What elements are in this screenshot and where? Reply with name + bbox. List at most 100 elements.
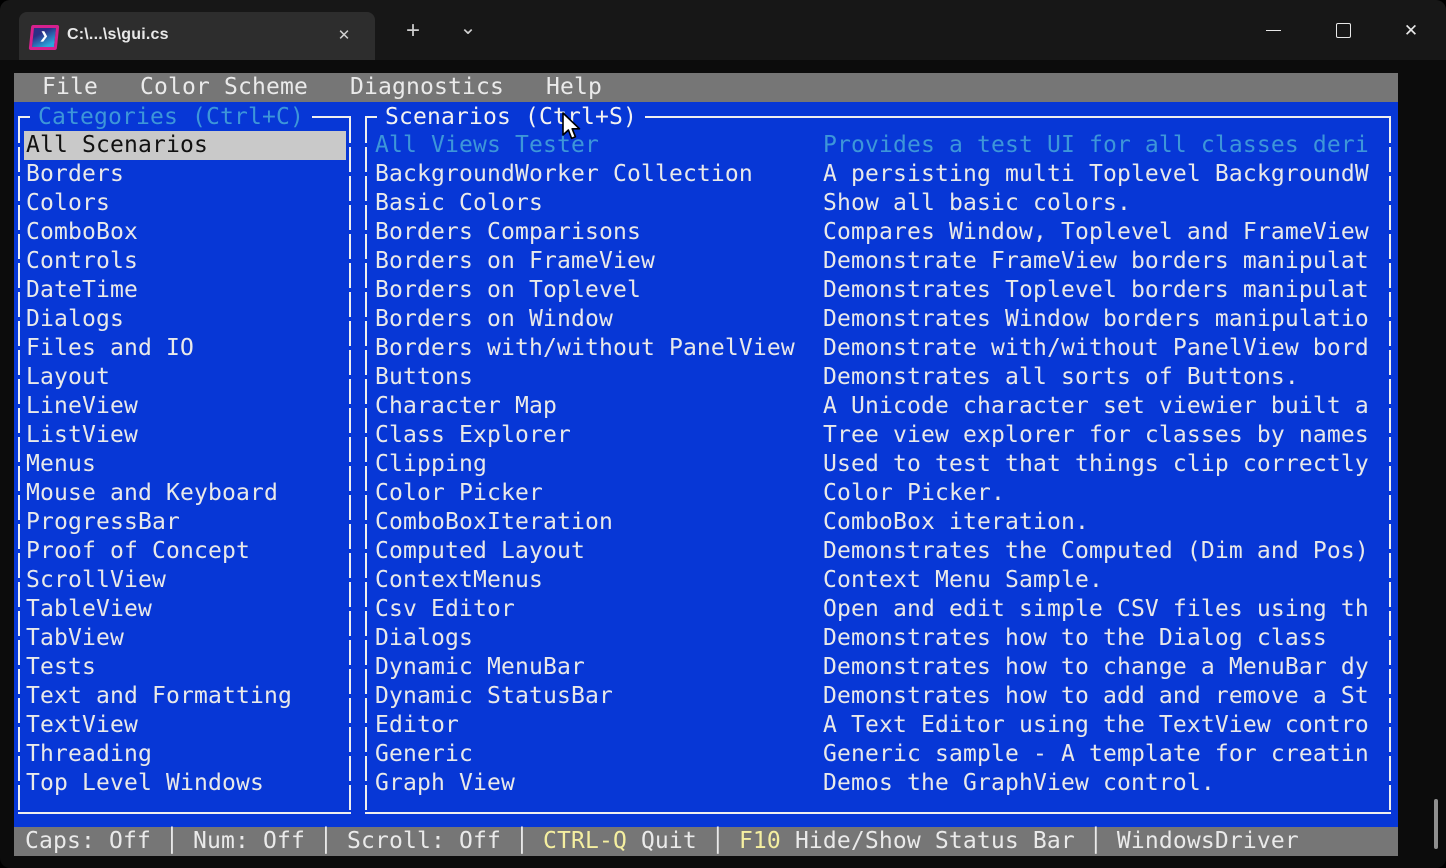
scenario-name: Class Explorer bbox=[375, 421, 571, 450]
scenario-name: Clipping bbox=[375, 450, 487, 479]
category-item[interactable]: Files and IO bbox=[24, 334, 346, 363]
scenario-row[interactable]: Character MapA Unicode character set vie… bbox=[375, 392, 1390, 421]
category-item[interactable]: Proof of Concept bbox=[24, 537, 346, 566]
status-separator: │ bbox=[151, 828, 193, 854]
mouse-cursor-icon bbox=[560, 112, 582, 142]
scenario-row[interactable]: Computed LayoutDemonstrates the Computed… bbox=[375, 537, 1390, 566]
category-item[interactable]: Layout bbox=[24, 363, 346, 392]
scenario-name: Computed Layout bbox=[375, 537, 585, 566]
maximize-icon bbox=[1336, 23, 1351, 38]
scenario-row[interactable]: Editor A Text Editor using the TextView c… bbox=[375, 711, 1390, 740]
menu-bar-items: File Color Scheme Diagnostics Help bbox=[14, 74, 602, 100]
scenario-name: Borders on FrameView bbox=[375, 247, 655, 276]
category-item[interactable]: LineView bbox=[24, 392, 346, 421]
category-item[interactable]: ScrollView bbox=[24, 566, 346, 595]
scenario-name: Borders with/without PanelView bbox=[375, 334, 795, 363]
scenario-row[interactable]: All Views TesterProvides a test UI for a… bbox=[375, 131, 1390, 160]
scenario-row[interactable]: Class ExplorerTree view explorer for cla… bbox=[375, 421, 1390, 450]
scenario-description: A Unicode character set viewier built a bbox=[823, 392, 1369, 421]
category-item[interactable]: DateTime bbox=[24, 276, 346, 305]
menu-item-file[interactable]: File bbox=[42, 73, 98, 102]
status-item[interactable]: Num: Off bbox=[193, 828, 305, 854]
scenario-description: Demonstrate with/without PanelView bord bbox=[823, 334, 1369, 363]
category-item[interactable]: Text and Formatting bbox=[24, 682, 346, 711]
close-button[interactable]: ✕ bbox=[1388, 8, 1434, 54]
minimize-icon bbox=[1266, 30, 1281, 31]
scenario-name: Dialogs bbox=[375, 624, 473, 653]
status-item[interactable]: Quit bbox=[641, 828, 697, 854]
scenario-description: A persisting multi Toplevel BackgroundW bbox=[823, 160, 1369, 189]
categories-frame-title: Categories (Ctrl+C) bbox=[30, 103, 312, 132]
scenario-row[interactable]: Borders Comparisons Compares Window, Topl… bbox=[375, 218, 1390, 247]
scenario-row[interactable]: Borders on ToplevelDemonstrates Toplevel… bbox=[375, 276, 1390, 305]
scenario-row[interactable]: GenericGeneric sample - A template for c… bbox=[375, 740, 1390, 769]
scenario-row[interactable]: Buttons Demonstrates all sorts of Buttons… bbox=[375, 363, 1390, 392]
category-item[interactable]: TextView bbox=[24, 711, 346, 740]
scenario-row[interactable]: ClippingUsed to test that things clip co… bbox=[375, 450, 1390, 479]
category-item[interactable]: Tests bbox=[24, 653, 346, 682]
categories-list: All ScenariosBordersColorsComboBoxContro… bbox=[24, 131, 346, 798]
frame-border-bottom bbox=[18, 812, 351, 814]
scenario-description: Demos the GraphView control. bbox=[823, 769, 1215, 798]
scenario-description: Open and edit simple CSV files using th bbox=[823, 595, 1369, 624]
scenario-row[interactable]: Color PickerColor Picker. bbox=[375, 479, 1390, 508]
menu-item-help[interactable]: Help bbox=[546, 73, 602, 102]
category-item[interactable]: TableView bbox=[24, 595, 346, 624]
status-item[interactable]: Hide/Show Status Bar bbox=[795, 828, 1075, 854]
scenario-name: Editor bbox=[375, 711, 459, 740]
minimize-button[interactable] bbox=[1250, 8, 1296, 54]
new-tab-button[interactable]: + bbox=[395, 14, 431, 50]
tab-close-icon[interactable]: ✕ bbox=[331, 23, 357, 49]
scenario-row[interactable]: Dialogs Demonstrates how to the Dialog cl… bbox=[375, 624, 1390, 653]
scenario-row[interactable]: Borders on FrameView Demonstrate FrameVie… bbox=[375, 247, 1390, 276]
scenario-row[interactable]: Basic ColorsShow all basic colors. bbox=[375, 189, 1390, 218]
category-item[interactable]: Borders bbox=[24, 160, 346, 189]
scenario-description: Demonstrates how to the Dialog class bbox=[823, 624, 1327, 653]
status-item[interactable]: WindowsDriver bbox=[1117, 828, 1299, 854]
scenario-description: Demonstrates all sorts of Buttons. bbox=[823, 363, 1299, 392]
scenario-row[interactable]: Borders on WindowDemonstrates Window bor… bbox=[375, 305, 1390, 334]
category-item[interactable]: ComboBox bbox=[24, 218, 346, 247]
scenario-name: Generic bbox=[375, 740, 473, 769]
scenario-name: Borders on Window bbox=[375, 305, 613, 334]
status-item[interactable]: Scroll: Off bbox=[347, 828, 501, 854]
maximize-button[interactable] bbox=[1320, 8, 1366, 54]
category-item[interactable]: TabView bbox=[24, 624, 346, 653]
menu-item-color-scheme[interactable]: Color Scheme bbox=[140, 73, 308, 102]
terminal-window: ❯ C:\...\s\gui.cs ✕ + ⌄ ✕ File Color Sche… bbox=[0, 0, 1446, 868]
scenario-description: Demonstrate FrameView borders manipulat bbox=[823, 247, 1369, 276]
scenario-name: Buttons bbox=[375, 363, 473, 392]
scenario-name: Borders Comparisons bbox=[375, 218, 641, 247]
category-item[interactable]: ProgressBar bbox=[24, 508, 346, 537]
scenario-row[interactable]: Dynamic StatusBarDemonstrates how to add… bbox=[375, 682, 1390, 711]
scenario-row[interactable]: Csv EditorOpen and edit simple CSV files… bbox=[375, 595, 1390, 624]
status-item[interactable]: Caps: Off bbox=[25, 828, 151, 854]
scenario-row[interactable]: Graph ViewDemos the GraphView control. bbox=[375, 769, 1390, 798]
status-separator: │ bbox=[305, 828, 347, 854]
category-item[interactable]: All Scenarios bbox=[24, 131, 346, 160]
frame-border-right bbox=[349, 118, 351, 812]
category-item[interactable]: Controls bbox=[24, 247, 346, 276]
category-item[interactable]: Top Level Windows bbox=[24, 769, 346, 798]
category-item[interactable]: Mouse and Keyboard bbox=[24, 479, 346, 508]
scenario-description: A Text Editor using the TextView contro bbox=[823, 711, 1369, 740]
frame-border-bottom bbox=[365, 812, 1391, 814]
scrollbar-thumb[interactable] bbox=[1434, 799, 1438, 849]
category-item[interactable]: Dialogs bbox=[24, 305, 346, 334]
category-item[interactable]: Menus bbox=[24, 450, 346, 479]
category-item[interactable]: Colors bbox=[24, 189, 346, 218]
category-item[interactable]: Threading bbox=[24, 740, 346, 769]
scenario-row[interactable]: BackgroundWorker CollectionA persisting … bbox=[375, 160, 1390, 189]
tab-dropdown-button[interactable]: ⌄ bbox=[450, 10, 486, 46]
scenario-description: Demonstrates how to change a MenuBar dy bbox=[823, 653, 1369, 682]
scenario-row[interactable]: ContextMenusContext Menu Sample. bbox=[375, 566, 1390, 595]
terminal-tab[interactable]: ❯ C:\...\s\gui.cs ✕ bbox=[19, 12, 375, 60]
scenario-row[interactable]: ComboBoxIterationComboBox iteration. bbox=[375, 508, 1390, 537]
status-separator: │ bbox=[501, 828, 543, 854]
scenario-name: Dynamic StatusBar bbox=[375, 682, 613, 711]
scenario-row[interactable]: Borders with/without PanelView Demonstrat… bbox=[375, 334, 1390, 363]
menu-item-diagnostics[interactable]: Diagnostics bbox=[350, 73, 504, 102]
scenario-row[interactable]: Dynamic MenuBarDemonstrates how to chang… bbox=[375, 653, 1390, 682]
category-item[interactable]: ListView bbox=[24, 421, 346, 450]
scenario-description: Compares Window, Toplevel and FrameView bbox=[823, 218, 1369, 247]
